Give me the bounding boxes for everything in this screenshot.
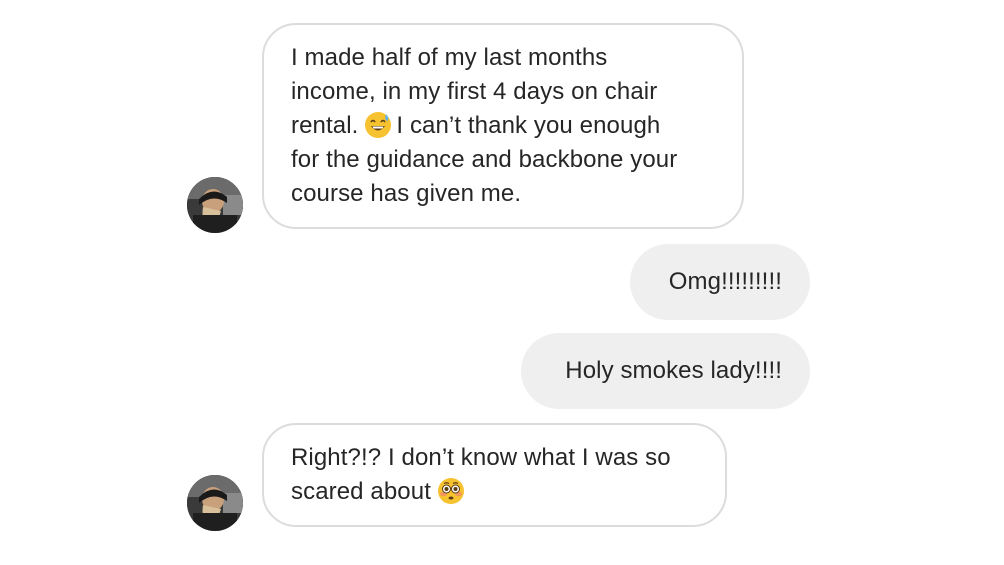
profile-photo-icon bbox=[187, 177, 243, 233]
message-bubble-received[interactable]: Right?!? I don’t know what I was so scar… bbox=[262, 423, 727, 527]
message-text-fragment: I can’t thank you enough bbox=[396, 112, 661, 139]
message-bubble-sent[interactable]: Holy smokes lady!!!! bbox=[521, 333, 810, 409]
message-text-line: income, in my first 4 days on chair bbox=[291, 78, 658, 105]
profile-photo-icon bbox=[187, 475, 243, 531]
message-text-line: Right?!? I don’t know what I was so bbox=[291, 444, 671, 471]
message-text-line: rental. I can’t thank you enough bbox=[291, 109, 716, 143]
message-text-fragment: scared about bbox=[291, 478, 431, 505]
grinning-face-with-sweat-icon bbox=[365, 112, 392, 138]
message-text-line: for the guidance and backbone your bbox=[291, 146, 678, 173]
message-thread: I made half of my last months income, in… bbox=[0, 0, 1004, 565]
message-text: Holy smokes lady!!!! bbox=[565, 357, 782, 384]
flushed-face-icon bbox=[437, 478, 464, 504]
message-bubble-sent[interactable]: Omg!!!!!!!!! bbox=[630, 244, 810, 320]
sender-avatar[interactable] bbox=[187, 475, 243, 531]
message-text-fragment: rental. bbox=[291, 112, 359, 139]
message-text-line: course has given me. bbox=[291, 180, 522, 207]
message-bubble-received[interactable]: I made half of my last months income, in… bbox=[262, 23, 744, 229]
sender-avatar[interactable] bbox=[187, 177, 243, 233]
message-text-line: scared about bbox=[291, 475, 699, 509]
message-text: Omg!!!!!!!!! bbox=[668, 268, 782, 295]
message-text-line: I made half of my last months bbox=[291, 44, 608, 71]
